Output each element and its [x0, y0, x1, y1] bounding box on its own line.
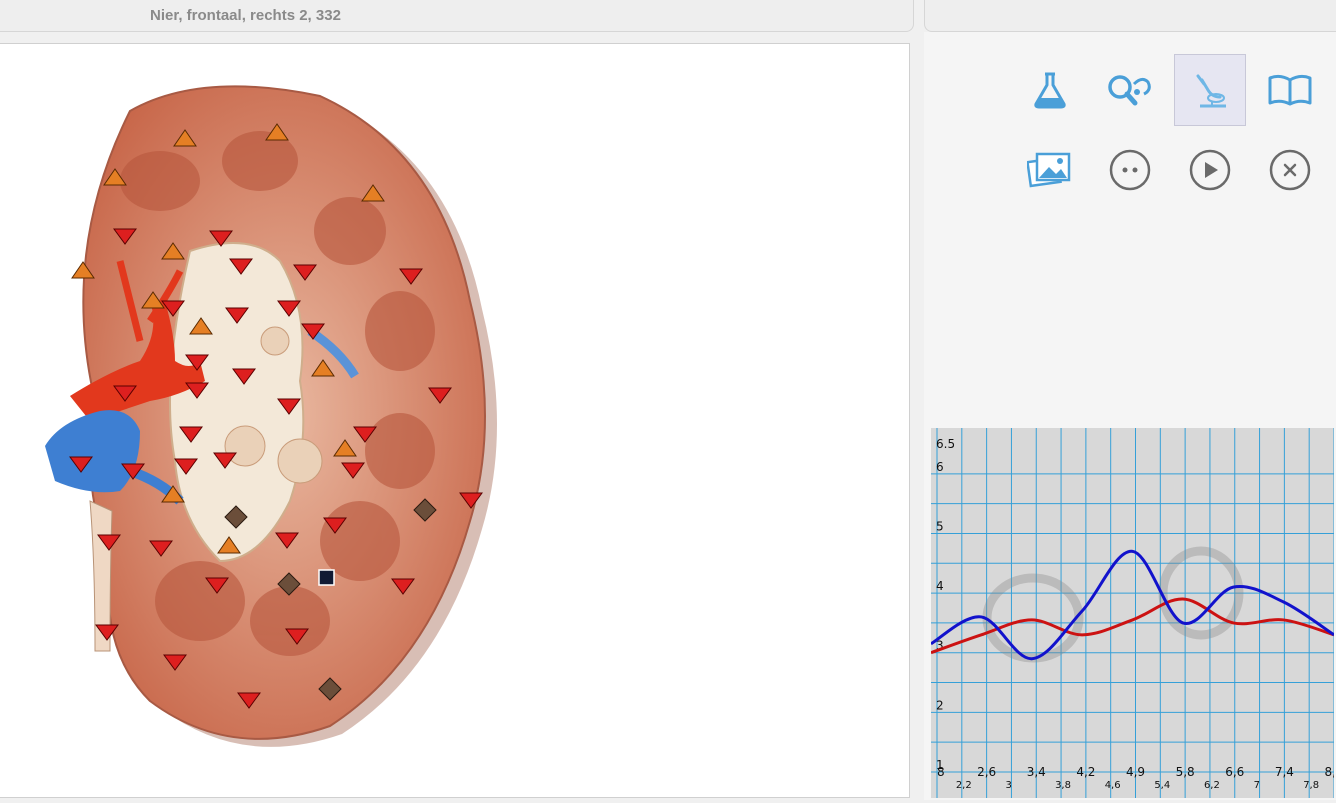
flask-button[interactable] — [1014, 54, 1086, 126]
images-icon — [1027, 152, 1071, 188]
flask-icon — [1034, 72, 1066, 109]
y-tick-label: 2 — [936, 698, 944, 712]
x-tick-label-minor: 7,8 — [1303, 780, 1319, 791]
x-tick-label-major: 8 — [937, 765, 945, 779]
x-tick-label-major: 6,6 — [1225, 765, 1244, 779]
x-tick-label-minor: 2,2 — [956, 780, 972, 791]
x-tick-label-minor: 7 — [1254, 780, 1260, 791]
x-tick-label-minor: 3,8 — [1055, 780, 1071, 791]
y-tick-label: 6.5 — [936, 437, 955, 451]
play-icon — [1189, 149, 1231, 191]
page-title: Nier, frontaal, rechts 2, 332 — [150, 7, 341, 24]
x-tick-label-major: 5,8 — [1176, 765, 1195, 779]
x-tick-label-major: 3,4 — [1027, 765, 1046, 779]
x-tick-label-minor: 5,4 — [1154, 780, 1170, 791]
x-tick-label-minor: 6,2 — [1204, 780, 1220, 791]
x-tick-label-major: 2,6 — [977, 765, 996, 779]
book-button[interactable] — [1254, 54, 1326, 126]
x-tick-label-major: 4,2 — [1076, 765, 1095, 779]
x-tick-label-major: 4,9 — [1126, 765, 1145, 779]
right-header — [924, 0, 1336, 32]
close-button[interactable] — [1254, 134, 1326, 206]
close-icon — [1269, 149, 1311, 191]
more-icon — [1109, 149, 1151, 191]
search-tool-button[interactable] — [1094, 54, 1166, 126]
frequency-chart: 1234566.582,63,44,24,95,86,67,48,22,233,… — [930, 428, 1336, 798]
kidney-illustration[interactable] — [0, 44, 910, 799]
marker-selected[interactable] — [318, 569, 335, 586]
y-tick-label: 5 — [936, 519, 944, 533]
image-viewer[interactable] — [0, 43, 910, 798]
search-tool-icon — [1108, 75, 1151, 106]
x-tick-label-minor: 4,6 — [1105, 780, 1121, 791]
chart-svg: 1234566.582,63,44,24,95,86,67,48,22,233,… — [930, 428, 1336, 798]
y-tick-label: 4 — [936, 579, 944, 593]
x-tick-label-minor: 3 — [1005, 780, 1011, 791]
x-tick-label-major: 8,2 — [1324, 765, 1334, 779]
title-bar: Nier, frontaal, rechts 2, 332 — [0, 0, 914, 32]
microscope-icon — [1196, 74, 1226, 108]
y-tick-label: 6 — [936, 460, 944, 474]
panel-splitter[interactable] — [916, 0, 922, 800]
x-tick-label-major: 7,4 — [1275, 765, 1294, 779]
microscope-button[interactable] — [1174, 54, 1246, 126]
renal-vein — [45, 410, 140, 493]
more-button[interactable] — [1094, 134, 1166, 206]
images-button[interactable] — [1014, 134, 1086, 206]
play-button[interactable] — [1174, 134, 1246, 206]
book-icon — [1268, 74, 1312, 106]
